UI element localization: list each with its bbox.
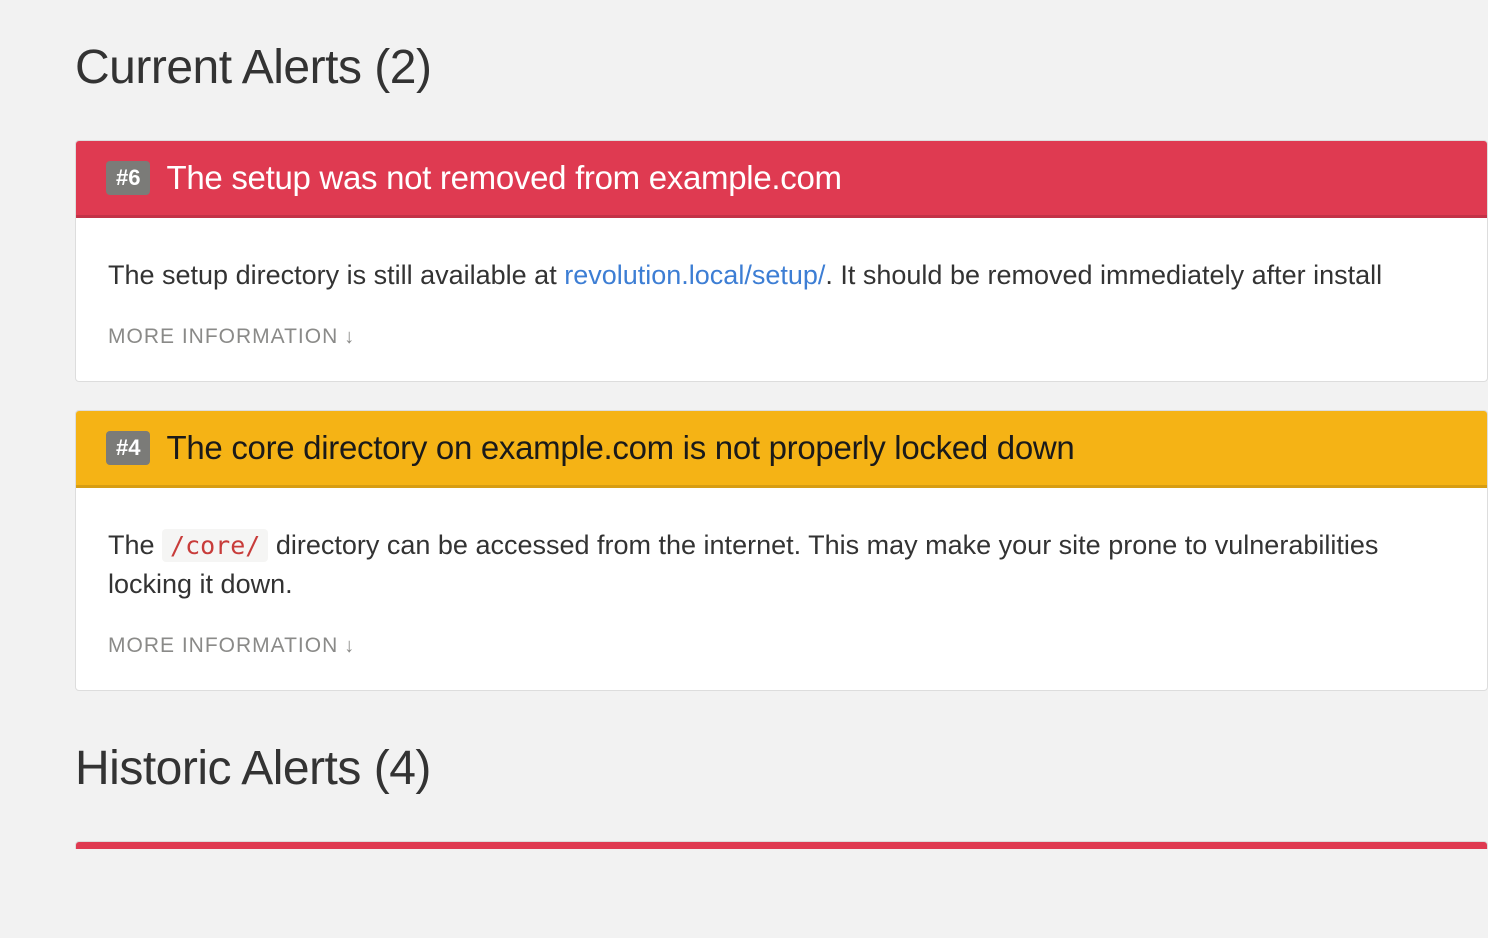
- arrow-down-icon: ↓: [344, 326, 355, 349]
- more-info-link[interactable]: MORE INFORMATION ↓: [108, 325, 355, 349]
- alert-header[interactable]: #4 The core directory on example.com is …: [76, 411, 1487, 488]
- alert-body: The /core/ directory can be accessed fro…: [76, 488, 1487, 634]
- alert-card: #4 The core directory on example.com is …: [75, 410, 1488, 691]
- alert-body: The setup directory is still available a…: [76, 218, 1487, 325]
- alert-header[interactable]: #6 The setup was not removed from exampl…: [76, 141, 1487, 218]
- more-info-link[interactable]: MORE INFORMATION ↓: [108, 634, 355, 658]
- alert-body-code: /core/: [162, 529, 268, 562]
- alert-body-text: directory can be accessed from the inter…: [268, 530, 1378, 560]
- more-info-container: MORE INFORMATION ↓: [76, 325, 1487, 381]
- alert-card: #6 The setup was not removed from exampl…: [75, 140, 1488, 382]
- alert-id-badge: #4: [106, 431, 150, 466]
- arrow-down-icon: ↓: [344, 635, 355, 658]
- historic-alerts-heading: Historic Alerts (4): [75, 741, 1488, 796]
- alert-title: The core directory on example.com is not…: [166, 429, 1074, 467]
- alert-title: The setup was not removed from example.c…: [166, 159, 841, 197]
- more-info-label: MORE INFORMATION: [108, 634, 338, 658]
- more-info-container: MORE INFORMATION ↓: [76, 634, 1487, 690]
- alert-body-text: The setup directory is still available a…: [108, 260, 564, 290]
- alert-body-text: . It should be removed immediately after…: [825, 260, 1382, 290]
- alert-id-badge: #6: [106, 161, 150, 196]
- current-alerts-heading: Current Alerts (2): [75, 40, 1488, 95]
- historic-alert-card-top: [75, 841, 1488, 849]
- alert-body-text: locking it down.: [108, 569, 293, 599]
- more-info-label: MORE INFORMATION: [108, 325, 338, 349]
- alert-body-text: The: [108, 530, 162, 560]
- alert-body-link[interactable]: revolution.local/setup/: [564, 260, 825, 290]
